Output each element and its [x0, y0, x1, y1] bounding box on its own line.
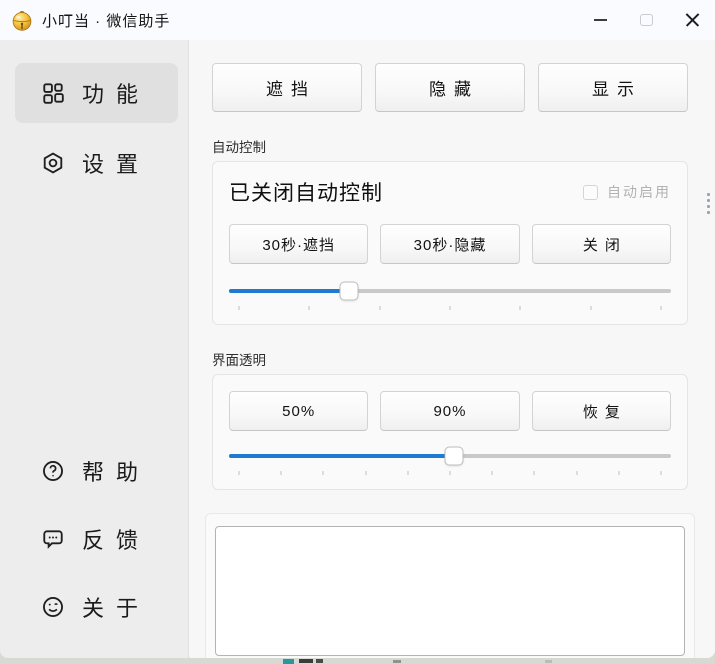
hide-30s-button[interactable]: 30秒·隐藏: [380, 224, 519, 264]
slider-tick: [520, 306, 521, 310]
transparency-section-label: 界面透明: [212, 349, 688, 369]
opacity-50-button[interactable]: 50%: [229, 391, 368, 431]
sidebar-item-about[interactable]: 关于: [15, 577, 178, 637]
slider-tick: [590, 306, 591, 310]
slider-tick: [492, 471, 493, 475]
auto-control-group: 已关闭自动控制 自动启用 30秒·遮挡 30秒·隐藏 关闭: [212, 161, 688, 325]
auto-control-slider[interactable]: [229, 278, 671, 312]
sidebar-footer: 帮助 反馈 关于: [0, 441, 188, 637]
tick-row: [239, 306, 661, 311]
minimize-icon: [594, 19, 607, 21]
opacity-90-button[interactable]: 90%: [380, 391, 519, 431]
titlebar: 小叮当 · 微信助手: [0, 0, 715, 40]
transparency-slider[interactable]: [229, 443, 671, 477]
window-controls: [577, 0, 715, 40]
hexagon-gear-icon: [41, 151, 65, 175]
transparency-buttons-row: 50% 90% 恢复: [229, 391, 671, 431]
taskbar-peek-mark: [283, 659, 294, 664]
slider-fill: [229, 289, 349, 293]
tick-row: [239, 471, 661, 476]
log-textarea[interactable]: [215, 526, 685, 656]
slider-tick: [365, 471, 366, 475]
taskbar-peek: [0, 658, 715, 664]
slider-tick: [323, 471, 324, 475]
slider-tick: [576, 471, 577, 475]
slider-tick: [239, 471, 240, 475]
auto-enable-checkbox[interactable]: 自动启用: [583, 182, 671, 202]
sidebar-item-label: 功能: [82, 77, 150, 109]
quick-actions-row: 遮挡 隐藏 显示: [212, 63, 688, 112]
maximize-icon: [640, 14, 653, 26]
slider-tick: [661, 306, 662, 310]
transparency-group: 50% 90% 恢复: [212, 374, 688, 490]
slider-thumb[interactable]: [339, 282, 358, 301]
slider-tick: [661, 471, 662, 475]
auto-control-section-label: 自动控制: [212, 136, 688, 156]
sidebar-item-settings[interactable]: 设置: [15, 133, 178, 193]
sidebar-item-label: 设置: [82, 147, 150, 179]
maximize-button[interactable]: [623, 0, 669, 40]
hide-button[interactable]: 隐藏: [375, 63, 525, 112]
app-window: 小叮当 · 微信助手 功能: [0, 0, 715, 658]
checkbox-label: 自动启用: [607, 182, 671, 202]
smiley-icon: [41, 595, 65, 619]
slider-rail: [239, 278, 661, 304]
sidebar-item-label: 关于: [82, 591, 150, 623]
auto-control-buttons-row: 30秒·遮挡 30秒·隐藏 关闭: [229, 224, 671, 264]
sidebar-item-label: 帮助: [82, 455, 150, 487]
block-30s-button[interactable]: 30秒·遮挡: [229, 224, 368, 264]
apps-grid-icon: [41, 81, 65, 105]
slider-tick: [239, 306, 240, 310]
slider-rail: [239, 443, 661, 469]
checkbox-icon[interactable]: [583, 185, 598, 200]
close-button[interactable]: [669, 0, 715, 40]
window-title: 小叮当 · 微信助手: [42, 10, 170, 31]
taskbar-peek-mark: [316, 659, 323, 663]
slider-thumb[interactable]: [445, 447, 464, 466]
slider-tick: [309, 306, 310, 310]
slider-tick: [534, 471, 535, 475]
taskbar-peek-mark: [299, 659, 313, 663]
sidebar-item-label: 反馈: [82, 523, 150, 555]
auto-control-status-text: 已关闭自动控制: [229, 177, 383, 207]
sidebar-nav: 功能 设置: [0, 63, 188, 193]
sidebar-item-help[interactable]: 帮助: [15, 441, 178, 501]
opacity-restore-button[interactable]: 恢复: [532, 391, 671, 431]
speech-bubble-icon: [41, 527, 65, 551]
auto-control-status-row: 已关闭自动控制 自动启用: [229, 178, 671, 206]
block-button[interactable]: 遮挡: [212, 63, 362, 112]
log-panel: [205, 513, 695, 658]
close-icon: [684, 12, 701, 29]
scrollbar-dots: [707, 193, 710, 217]
slider-tick: [407, 471, 408, 475]
slider-fill: [229, 454, 454, 458]
taskbar-peek-mark: [545, 660, 552, 663]
sidebar-item-features[interactable]: 功能: [15, 63, 178, 123]
main-content: 遮挡 隐藏 显示 自动控制 已关闭自动控制 自动启用 30秒·遮挡 30秒·隐藏…: [190, 40, 715, 658]
sidebar-item-feedback[interactable]: 反馈: [15, 509, 178, 569]
taskbar-peek-mark: [393, 660, 401, 663]
slider-tick: [450, 471, 451, 475]
bell-icon: [10, 8, 34, 32]
slider-tick: [618, 471, 619, 475]
auto-off-button[interactable]: 关闭: [532, 224, 671, 264]
sidebar: 功能 设置 帮助: [0, 40, 189, 658]
minimize-button[interactable]: [577, 0, 623, 40]
slider-tick: [281, 471, 282, 475]
show-button[interactable]: 显示: [538, 63, 688, 112]
question-circle-icon: [41, 459, 65, 483]
slider-tick: [379, 306, 380, 310]
slider-tick: [450, 306, 451, 310]
